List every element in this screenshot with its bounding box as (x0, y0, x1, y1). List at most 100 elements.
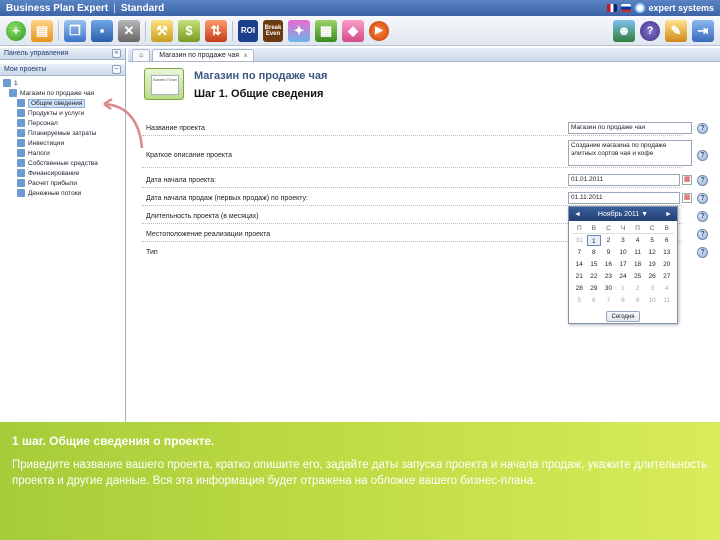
tree-item-costs[interactable]: Планируемые затраты (3, 128, 122, 138)
delete-button[interactable]: ✕ (118, 19, 140, 42)
calendar-day[interactable]: 7 (572, 247, 587, 258)
calendar-day[interactable]: 17 (616, 259, 631, 270)
calendar-day[interactable]: 5 (645, 235, 660, 246)
calendar-day[interactable]: 14 (572, 259, 587, 270)
calendar-day[interactable]: 2 (601, 235, 616, 246)
calendar-day[interactable]: 16 (601, 259, 616, 270)
collapse-projects-button[interactable]: – (112, 65, 121, 74)
presentation-button[interactable]: ◆ (342, 19, 364, 42)
help-icon[interactable]: ? (697, 174, 708, 186)
help-button[interactable]: ? (640, 20, 660, 41)
calendar-icon[interactable]: ▦ (682, 193, 692, 203)
calendar-day[interactable]: 20 (659, 259, 674, 270)
calendar-day[interactable]: 1 (586, 235, 602, 246)
calendar-day[interactable]: 9 (601, 247, 616, 258)
tree-item-root[interactable]: 1 (3, 78, 122, 88)
project-description-input[interactable]: Создание магазина по продаже элитных сор… (568, 140, 692, 166)
calendar-icon[interactable]: ▦ (682, 175, 692, 185)
tree-item-staff[interactable]: Персонал (3, 118, 122, 128)
calendar-day[interactable]: 31 (572, 235, 587, 246)
calendar-day[interactable]: 25 (630, 271, 645, 282)
russian-flag-icon[interactable] (621, 4, 632, 12)
collapse-panel-button[interactable]: « (112, 49, 121, 58)
calendar-day[interactable]: 27 (659, 271, 674, 282)
close-tab-icon[interactable]: x (244, 53, 247, 59)
roi-button[interactable]: ROI (238, 19, 258, 42)
calendar-day[interactable]: 1 (616, 283, 631, 294)
calendar-day[interactable]: 29 (587, 283, 602, 294)
calendar-day[interactable]: 22 (587, 271, 602, 282)
help-icon[interactable]: ? (697, 192, 708, 204)
calendar-day[interactable]: 12 (645, 247, 660, 258)
calendar-day[interactable]: 10 (645, 295, 660, 306)
calendar-day[interactable]: 3 (645, 283, 660, 294)
prev-month-button[interactable]: ◄ (574, 211, 581, 218)
help-icon[interactable]: ? (697, 228, 708, 240)
next-month-button[interactable]: ► (665, 211, 672, 218)
calendar-day[interactable]: 30 (601, 283, 616, 294)
calendar-day[interactable]: 8 (616, 295, 631, 306)
calendar-day[interactable]: 11 (630, 247, 645, 258)
calendar-day[interactable]: 8 (587, 247, 602, 258)
project-name-input[interactable]: Магазин по продаже чая (568, 122, 692, 134)
calendar-day[interactable]: 18 (630, 259, 645, 270)
import-export-button[interactable]: ⇅ (205, 19, 227, 42)
resources-button[interactable]: $ (178, 19, 200, 42)
calendar-day[interactable]: 7 (601, 295, 616, 306)
user-settings-button[interactable]: ☻ (613, 19, 635, 42)
calendar-day[interactable]: 13 (659, 247, 674, 258)
tree-item-general-info[interactable]: Общие сведения (3, 98, 122, 108)
tools-button[interactable]: ⚒ (151, 19, 173, 42)
help-icon[interactable]: ? (697, 122, 708, 134)
uk-flag-icon[interactable] (607, 4, 618, 12)
tree-item-label: Собственные средства (28, 159, 98, 167)
start-date-input[interactable]: 01.01.2011 (568, 174, 680, 186)
tree-item-financing[interactable]: Финансирование (3, 168, 122, 178)
tree-item-products[interactable]: Продукты и услуги (3, 108, 122, 118)
calendar-day[interactable]: 5 (572, 295, 587, 306)
open-project-button[interactable]: ▤ (31, 19, 53, 42)
tree-item-investments[interactable]: Инвестиции (3, 138, 122, 148)
help-icon[interactable]: ? (697, 246, 708, 258)
calendar-day[interactable]: 28 (572, 283, 587, 294)
calendar-day[interactable]: 26 (645, 271, 660, 282)
help-icon[interactable]: ? (697, 210, 708, 222)
export-excel-button[interactable]: ▦ (315, 19, 337, 42)
edit-button[interactable]: ✎ (665, 19, 687, 42)
calendar-day[interactable]: 23 (601, 271, 616, 282)
calendar-day[interactable]: 15 (587, 259, 602, 270)
calendar-day[interactable]: 21 (572, 271, 587, 282)
business-plan-icon-label: Бизнес План (153, 77, 177, 82)
calendar-day[interactable]: 2 (630, 283, 645, 294)
tree-item-taxes[interactable]: Налоги (3, 148, 122, 158)
save-button[interactable]: ▪ (91, 19, 113, 42)
app-title: Business Plan Expert (6, 2, 109, 14)
calendar-day[interactable]: 3 (616, 235, 631, 246)
calendar-day[interactable]: 11 (659, 295, 674, 306)
tree-item-own-funds[interactable]: Собственные средства (3, 158, 122, 168)
add-project-button[interactable]: + (6, 20, 26, 41)
calendar-day[interactable]: 19 (645, 259, 660, 270)
calendar-day[interactable]: 6 (659, 235, 674, 246)
break-even-button[interactable]: Break Even (263, 19, 283, 42)
tab-home[interactable]: ⌂ (132, 49, 151, 61)
calendar-day[interactable]: 4 (659, 283, 674, 294)
calendar-day[interactable]: 9 (630, 295, 645, 306)
month-select[interactable]: Ноябрь 2011 ▼ (598, 211, 648, 218)
help-icon[interactable]: ? (697, 149, 708, 161)
tree-item-label: Продукты и услуги (28, 109, 85, 117)
run-button[interactable]: ▶ (369, 20, 389, 41)
copy-project-button[interactable]: ❐ (64, 19, 86, 42)
analysis-button[interactable]: ✦ (288, 19, 310, 42)
sales-start-date-input[interactable]: 01.11.2011 (568, 192, 680, 204)
tab-project[interactable]: Магазин по продаже чая x (152, 49, 255, 61)
calendar-day[interactable]: 10 (616, 247, 631, 258)
today-button[interactable]: Сегодня (606, 311, 640, 322)
tree-item-profit[interactable]: Расчет прибыли (3, 178, 122, 188)
tree-item-cash-flow[interactable]: Денежные потоки (3, 188, 122, 198)
calendar-day[interactable]: 24 (616, 271, 631, 282)
tree-item-project[interactable]: Магазин по продаже чая (3, 88, 122, 98)
exit-button[interactable]: ⇥ (692, 19, 714, 42)
calendar-day[interactable]: 4 (630, 235, 645, 246)
calendar-day[interactable]: 6 (587, 295, 602, 306)
